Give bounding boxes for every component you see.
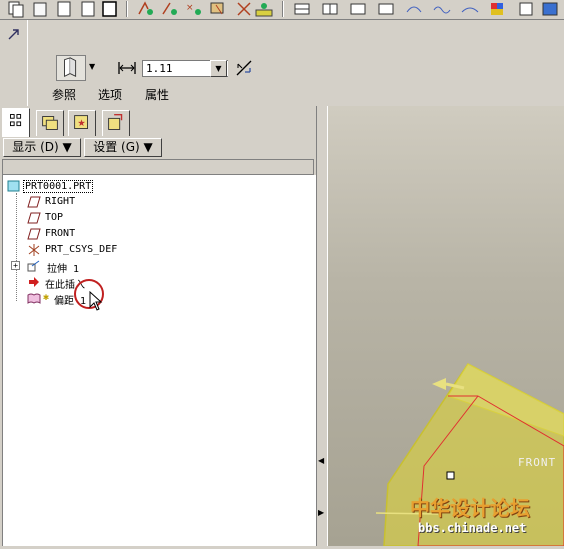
tree-item-label: 拉伸 1: [47, 264, 80, 275]
color-icon[interactable]: [488, 0, 508, 18]
panel-splitter[interactable]: ◀ ▶: [316, 106, 328, 546]
tree-root-label: PRT0001.PRT: [23, 180, 94, 193]
splitter-left-arrow-icon[interactable]: ◀: [318, 456, 324, 465]
reference-surface-button[interactable]: [56, 55, 86, 81]
insert-arrow-icon: [29, 277, 39, 287]
graphics-viewport[interactable]: FRONT: [328, 106, 564, 547]
tree-item-label: PRT_CSYS_DEF: [45, 244, 118, 255]
svg-text:★: ★: [77, 118, 85, 129]
tree-column-header: [2, 159, 314, 175]
tab-favorites[interactable]: ★: [68, 110, 96, 136]
csys-display-icon[interactable]: [234, 0, 254, 18]
spin-center-icon[interactable]: [254, 0, 274, 18]
grid-view-icon[interactable]: [292, 0, 312, 18]
table-view-2-icon[interactable]: [376, 0, 396, 18]
paste-icon[interactable]: [30, 0, 50, 18]
tab-properties[interactable]: 属性: [145, 86, 169, 103]
expand-icon[interactable]: +: [11, 261, 20, 270]
model-color-icon[interactable]: [540, 0, 560, 18]
page-icon[interactable]: [54, 0, 74, 18]
reference-dropdown-icon[interactable]: ▼: [89, 62, 95, 71]
splitter-right-arrow-icon[interactable]: ▶: [318, 508, 324, 517]
mouse-cursor-icon: [89, 290, 105, 313]
model-graphics: [375, 363, 564, 547]
datum-plane-icon: [27, 228, 41, 240]
tab-model-tree[interactable]: [2, 108, 30, 137]
tab-folder-browser[interactable]: [36, 110, 64, 136]
ebook-icon[interactable]: [208, 0, 228, 18]
surface-icon: [64, 57, 77, 78]
datum-plane-icon: [27, 196, 41, 208]
settings-menu-button[interactable]: 设置 (G) ▼: [84, 138, 162, 157]
connections-icon: [108, 114, 123, 130]
doc-icon[interactable]: [100, 0, 120, 18]
front-datum-label: FRONT: [518, 456, 557, 469]
offset-feature-icon: [27, 293, 41, 304]
table-view-icon[interactable]: [348, 0, 368, 18]
datum-plane-icon: [27, 212, 41, 224]
watermark-url: bbs.chinade.net: [418, 521, 527, 535]
depth-icon: [117, 60, 137, 76]
curve-icon[interactable]: [460, 0, 480, 18]
dashboard-arrow-icon[interactable]: [6, 26, 22, 42]
wave-icon[interactable]: [432, 0, 452, 18]
part-icon: [7, 180, 20, 192]
model-tree-icon: [10, 114, 22, 127]
watermark-title: 中华设计论坛: [410, 496, 530, 520]
flip-direction-icon[interactable]: [234, 58, 254, 78]
favorites-icon: ★: [74, 115, 88, 129]
sketch-icon[interactable]: [404, 0, 424, 18]
depth-dropdown-icon[interactable]: ▼: [210, 60, 227, 77]
view-manager-icon[interactable]: [516, 0, 536, 18]
tab-references[interactable]: 参照: [52, 86, 76, 103]
tree-item-label: FRONT: [45, 228, 76, 239]
tab-connections[interactable]: [102, 110, 130, 136]
point-display-icon[interactable]: ×: [184, 0, 204, 18]
tree-item-label: RIGHT: [45, 196, 76, 207]
new-icon[interactable]: [78, 0, 98, 18]
grid-view-2-icon[interactable]: [320, 0, 340, 18]
csys-icon: [28, 244, 40, 256]
datum-display-icon[interactable]: [136, 0, 156, 18]
svg-text:×: ×: [186, 3, 194, 13]
axis-display-icon[interactable]: [160, 0, 180, 18]
copy-icon[interactable]: [6, 0, 26, 18]
extrude-icon: [27, 260, 40, 272]
forum-watermark: 中华设计论坛 bbs.chinade.net: [410, 492, 560, 535]
new-feature-star-icon: ✱: [43, 292, 50, 303]
tree-item-label: TOP: [45, 212, 64, 223]
tab-options[interactable]: 选项: [98, 86, 122, 103]
model-tree: PRT0001.PRT RIGHT TOP FRONT PRT_CSYS_DEF…: [2, 175, 316, 546]
top-toolbar: ×: [0, 0, 564, 20]
show-menu-button[interactable]: 显示 (D) ▼: [3, 138, 81, 157]
folder-browser-icon: [42, 116, 58, 130]
